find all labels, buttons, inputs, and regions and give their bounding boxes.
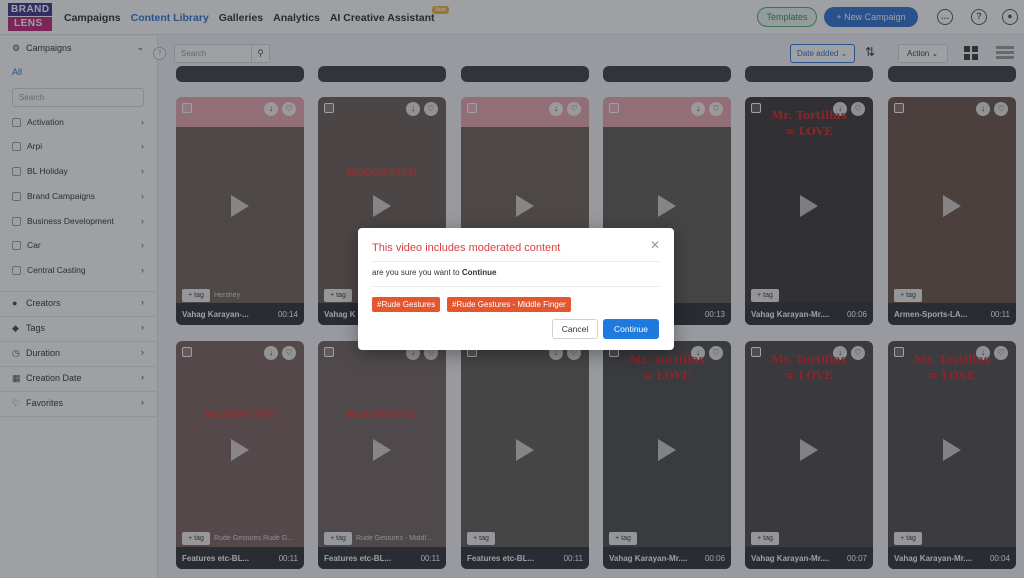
close-icon[interactable]: ✕: [650, 238, 660, 252]
dialog-message: are you sure you want to Continue: [372, 268, 497, 277]
cancel-button[interactable]: Cancel: [552, 319, 598, 339]
divider: [372, 261, 660, 262]
moderated-content-dialog: This video includes moderated content ✕ …: [358, 228, 674, 350]
moderation-tag-chip: #Rude Gestures: [372, 297, 441, 312]
moderation-tag-chip: #Rude Gestures - Middle Finger: [447, 297, 571, 312]
continue-button[interactable]: Continue: [603, 319, 659, 339]
divider: [372, 286, 660, 287]
dialog-title: This video includes moderated content: [372, 242, 561, 254]
message-action: Continue: [461, 268, 497, 277]
message-prefix: are you sure you want to: [372, 268, 462, 277]
